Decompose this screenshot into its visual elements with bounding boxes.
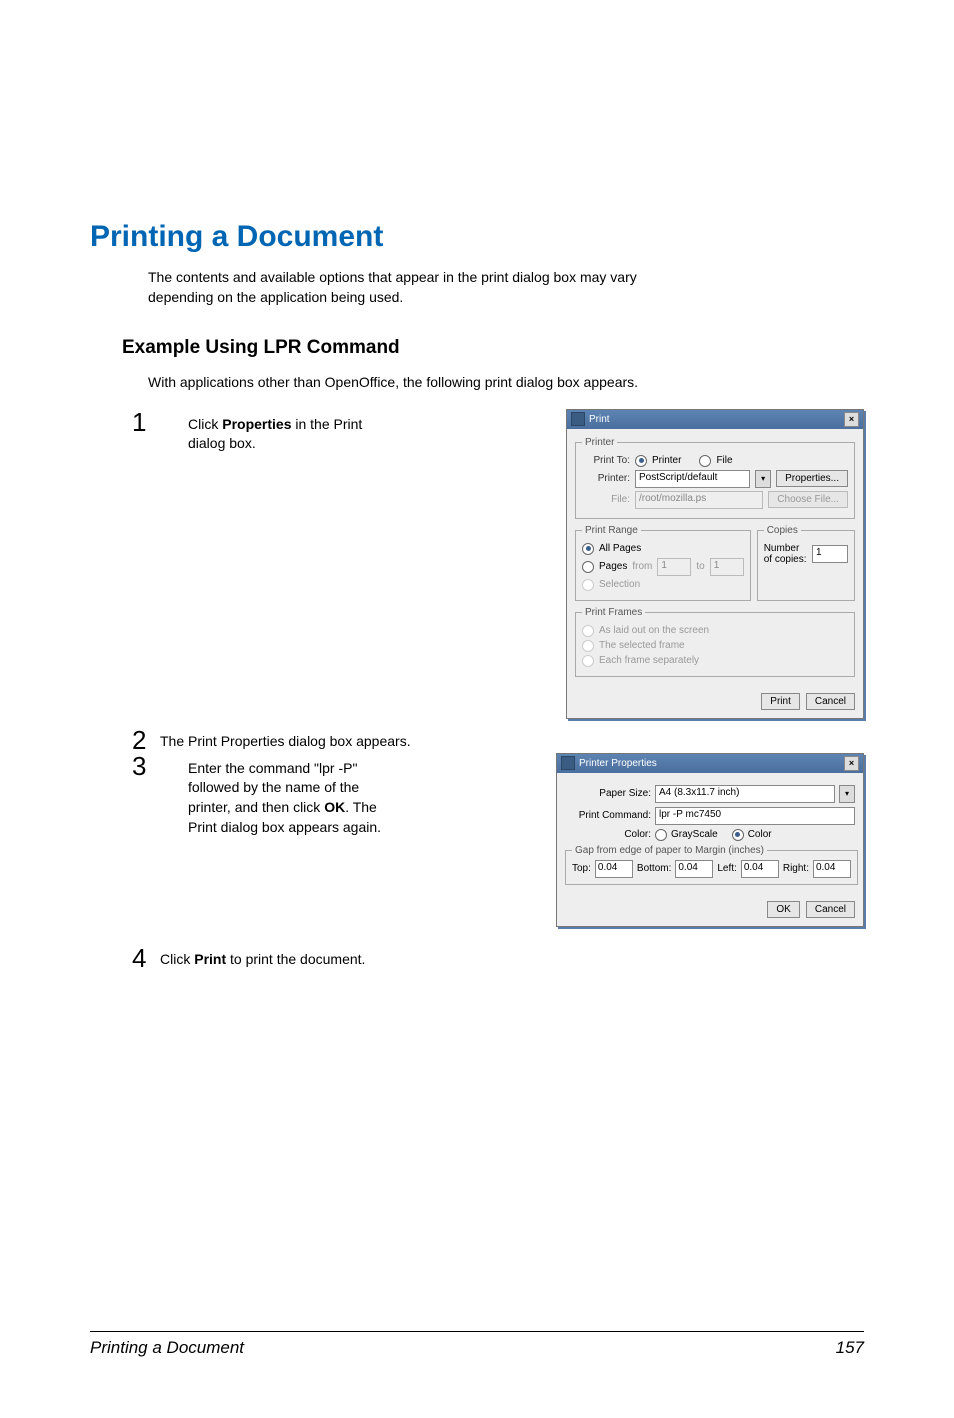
close-icon[interactable]: × [844, 756, 859, 771]
step-number: 3 [132, 753, 160, 779]
copies-group: Copies Number of copies: 1 [757, 525, 855, 601]
paper-size-select[interactable]: A4 (8.3x11.7 inch) [655, 785, 835, 803]
printer-radio[interactable] [635, 455, 647, 467]
pages-radio[interactable] [582, 561, 594, 573]
choose-file-button: Choose File... [768, 491, 848, 508]
chevron-down-icon[interactable]: ▾ [755, 470, 771, 488]
margin-right-input[interactable]: 0.04 [813, 860, 851, 878]
color-radio[interactable] [732, 829, 744, 841]
chevron-down-icon[interactable]: ▾ [839, 785, 855, 803]
printer-select[interactable]: PostScript/default [635, 470, 750, 488]
close-icon[interactable]: × [844, 412, 859, 427]
step-2-text: The Print Properties dialog box appears. [160, 727, 660, 749]
selection-radio [582, 579, 594, 591]
step-number: 1 [132, 409, 160, 435]
margin-group: Gap from edge of paper to Margin (inches… [565, 845, 858, 885]
page-number: 157 [836, 1338, 864, 1358]
copies-input[interactable]: 1 [812, 545, 848, 563]
print-dialog: Print × Printer Print To: Printer File [566, 409, 864, 719]
step-3-text: Enter the command "lpr -P" followed by t… [188, 753, 398, 837]
cancel-button[interactable]: Cancel [806, 693, 855, 710]
file-radio[interactable] [699, 455, 711, 467]
cancel-button[interactable]: Cancel [806, 901, 855, 918]
printer-group: Printer Print To: Printer File Printer: … [575, 437, 855, 519]
printer-properties-dialog: Printer Properties × Paper Size: A4 (8.3… [556, 753, 864, 927]
print-command-input[interactable]: lpr -P mc7450 [655, 807, 855, 825]
dialog-title: Printer Properties [579, 758, 844, 769]
properties-button[interactable]: Properties... [776, 470, 848, 487]
dialog-title: Print [589, 414, 844, 425]
from-input: 1 [657, 558, 691, 576]
print-button[interactable]: Print [761, 693, 800, 710]
page-title: Printing a Document [90, 220, 864, 254]
all-pages-radio[interactable] [582, 543, 594, 555]
footer-title: Printing a Document [90, 1338, 244, 1358]
window-icon [571, 412, 585, 426]
margin-top-input[interactable]: 0.04 [595, 860, 633, 878]
window-icon [561, 756, 575, 770]
margin-bottom-input[interactable]: 0.04 [675, 860, 713, 878]
section-intro: With applications other than OpenOffice,… [148, 373, 648, 393]
print-range-group: Print Range All Pages Pages from 1 to [575, 525, 751, 601]
print-frames-group: Print Frames As laid out on the screen T… [575, 607, 855, 677]
margin-left-input[interactable]: 0.04 [741, 860, 779, 878]
step-1-text: Click Properties in the Print dialog box… [188, 409, 398, 454]
step-number: 4 [132, 945, 160, 971]
to-input: 1 [710, 558, 744, 576]
step-number: 2 [132, 727, 160, 753]
intro-text: The contents and available options that … [148, 268, 668, 307]
ok-button[interactable]: OK [767, 901, 799, 918]
file-input: /root/mozilla.ps [635, 491, 763, 509]
step-4-text: Click Print to print the document. [160, 945, 660, 967]
section-heading: Example Using LPR Command [122, 337, 864, 359]
grayscale-radio[interactable] [655, 829, 667, 841]
